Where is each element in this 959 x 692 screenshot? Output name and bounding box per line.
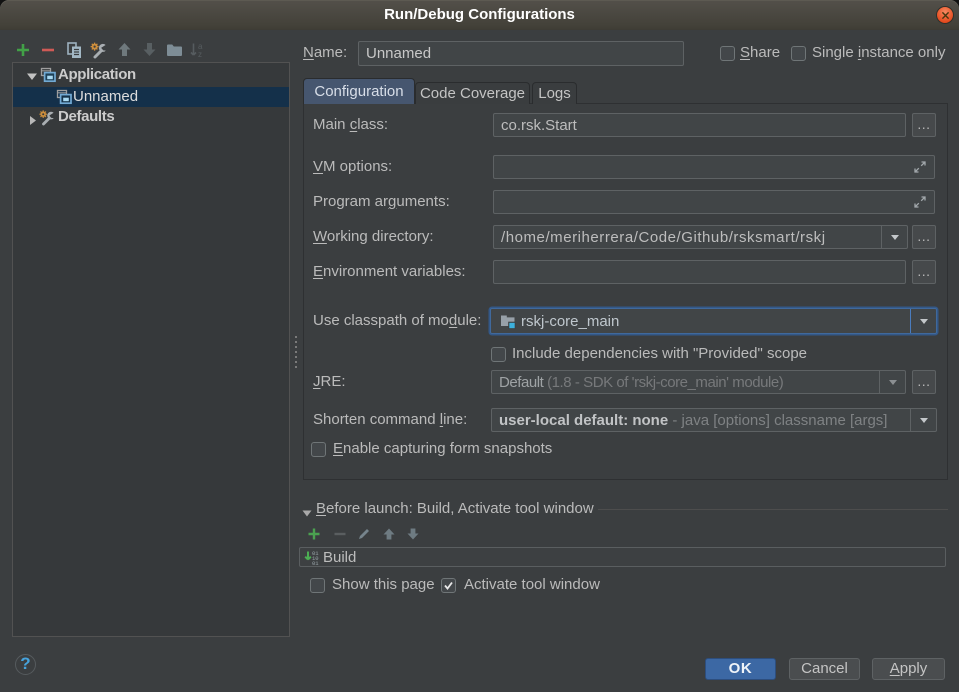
svg-text:01: 01 xyxy=(312,560,319,565)
svg-text:z: z xyxy=(198,50,202,58)
